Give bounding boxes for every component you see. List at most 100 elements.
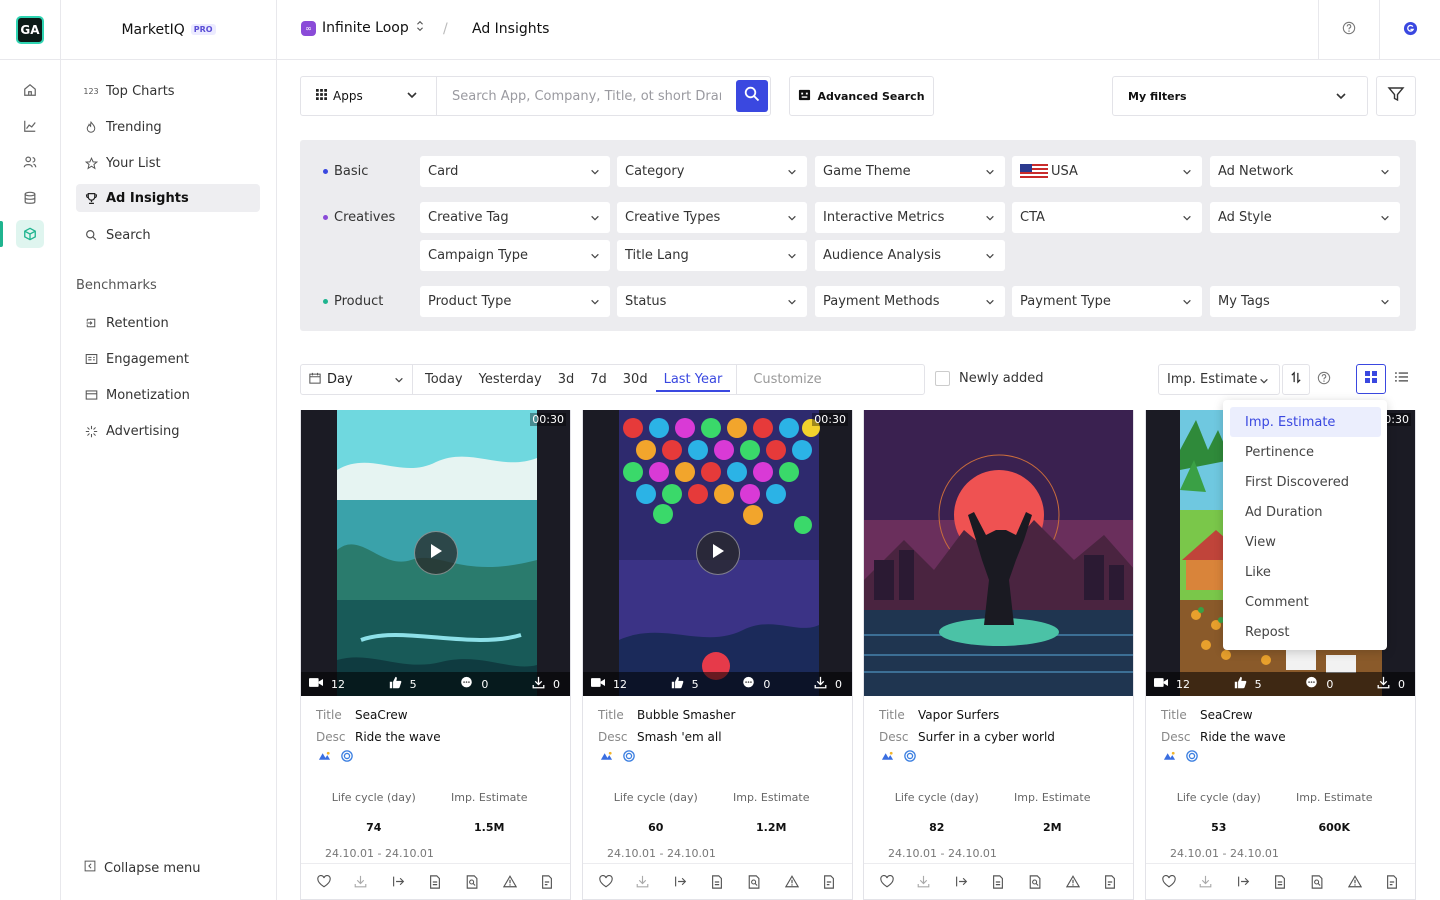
product-type-select[interactable]: Product Type [420,286,610,317]
download-icon[interactable] [1198,874,1214,890]
category-select[interactable]: Category [617,156,807,187]
sidebar-item-monetization[interactable]: Monetization [76,381,260,409]
list-view-button[interactable] [1386,364,1416,394]
sort-option-first-discovered[interactable]: First Discovered [1230,467,1381,497]
payment-type-select[interactable]: Payment Type [1012,286,1202,317]
home-icon[interactable] [16,76,44,104]
card-select[interactable]: Card [420,156,610,187]
sidebar-item-search[interactable]: Search [76,221,260,249]
sort-option-ad-duration[interactable]: Ad Duration [1230,497,1381,527]
sidebar-item-your-list[interactable]: Your List [76,149,260,177]
customize-date-input[interactable]: Customize [736,365,924,394]
search-doc-icon[interactable] [747,874,763,890]
users-icon[interactable] [16,148,44,176]
filter-button[interactable] [1376,76,1416,116]
heart-icon[interactable] [1161,874,1177,890]
grid-view-button[interactable] [1356,364,1386,394]
sort-option-imp-estimate[interactable]: Imp. Estimate [1230,407,1381,437]
search-doc-icon[interactable] [465,874,481,890]
creative-tag-select[interactable]: Creative Tag [420,202,610,233]
sort-option-like[interactable]: Like [1230,557,1381,587]
ad-thumbnail[interactable] [864,410,1133,696]
date-option-3d[interactable]: 3d [550,372,583,387]
status-select[interactable]: Status [617,286,807,317]
sort-option-repost[interactable]: Repost [1230,617,1381,647]
download-icon[interactable] [635,874,651,890]
search-doc-icon[interactable] [1310,874,1326,890]
ad-card[interactable]: Title Vapor Surfers Desc Surfer in a cyber… [863,410,1134,900]
chart-icon[interactable] [16,112,44,140]
cta-select[interactable]: CTA [1012,202,1202,233]
my-tags-select[interactable]: My Tags [1210,286,1400,317]
document-icon[interactable] [1272,874,1288,890]
warning-icon[interactable] [1065,874,1081,890]
date-option-30d[interactable]: 30d [615,372,656,387]
share-icon[interactable] [390,874,406,890]
granularity-dropdown[interactable]: Day [301,365,413,394]
database-icon[interactable] [16,184,44,212]
workspace-switcher[interactable]: ∞ Infinite Loop [301,20,425,36]
file-icon[interactable] [539,874,555,890]
search-doc-icon[interactable] [1028,874,1044,890]
cube-icon[interactable] [16,220,44,248]
newly-added-checkbox[interactable] [935,371,950,386]
share-icon[interactable] [672,874,688,890]
creative-types-select[interactable]: Creative Types [617,202,807,233]
advanced-search-button[interactable]: Advanced Search [789,76,934,116]
file-icon[interactable] [1384,874,1400,890]
sort-option-pertinence[interactable]: Pertinence [1230,437,1381,467]
date-option-today[interactable]: Today [417,372,471,387]
my-filters-dropdown[interactable]: My filters [1112,76,1368,116]
sort-option-comment[interactable]: Comment [1230,587,1381,617]
play-button[interactable] [696,531,740,575]
ad-network-select[interactable]: Ad Network [1210,156,1400,187]
sidebar-item-ad-insights[interactable]: Ad Insights [76,184,260,212]
sidebar-item-advertising[interactable]: Advertising [76,417,260,445]
heart-icon[interactable] [598,874,614,890]
date-option-last-year[interactable]: Last Year [655,372,731,392]
date-option-yesterday[interactable]: Yesterday [471,372,550,387]
share-icon[interactable] [1235,874,1251,890]
scope-dropdown[interactable]: Apps [301,77,437,115]
country-select[interactable]: USA [1012,156,1202,187]
campaign-type-select[interactable]: Campaign Type [420,240,610,271]
collapse-menu-button[interactable]: Collapse menu [84,860,201,876]
file-icon[interactable] [821,874,837,890]
sidebar-item-retention[interactable]: Retention [76,309,260,337]
play-button[interactable] [414,531,458,575]
ad-thumbnail[interactable]: 00:30 12 5 0 0 [583,410,852,696]
download-icon[interactable] [916,874,932,890]
search-input[interactable] [437,77,736,115]
warning-icon[interactable] [502,874,518,890]
file-icon[interactable] [1102,874,1118,890]
warning-icon[interactable] [784,874,800,890]
sort-help-icon[interactable] [1317,371,1331,389]
heart-icon[interactable] [316,874,332,890]
newly-added-toggle[interactable]: Newly added [935,371,1044,386]
account-button[interactable] [1379,0,1440,60]
share-icon[interactable] [953,874,969,890]
sidebar-item-engagement[interactable]: Engagement [76,345,260,373]
title-lang-select[interactable]: Title Lang [617,240,807,271]
payment-methods-select[interactable]: Payment Methods [815,286,1005,317]
sort-order-button[interactable] [1282,364,1310,395]
ad-thumbnail[interactable]: 00:30 12 5 0 0 [301,410,570,696]
ad-style-select[interactable]: Ad Style [1210,202,1400,233]
ad-card[interactable]: 00:30 12 5 0 0 Title SeaCrew Desc Ride the… [300,410,571,900]
sort-option-view[interactable]: View [1230,527,1381,557]
game-theme-select[interactable]: Game Theme [815,156,1005,187]
sidebar-item-top-charts[interactable]: 123 Top Charts [76,77,260,105]
sort-dropdown[interactable]: Imp. Estimate [1158,364,1280,395]
audience-analysis-select[interactable]: Audience Analysis [815,240,1005,271]
ad-card[interactable]: 00:30 12 5 0 0 Title Bubble Smasher Desc S… [582,410,853,900]
sidebar-item-trending[interactable]: Trending [76,113,260,141]
date-option-7d[interactable]: 7d [582,372,615,387]
document-icon[interactable] [427,874,443,890]
download-icon[interactable] [353,874,369,890]
warning-icon[interactable] [1347,874,1363,890]
help-button[interactable] [1318,0,1379,60]
document-icon[interactable] [990,874,1006,890]
search-button[interactable] [736,80,768,112]
document-icon[interactable] [709,874,725,890]
interactive-metrics-select[interactable]: Interactive Metrics [815,202,1005,233]
